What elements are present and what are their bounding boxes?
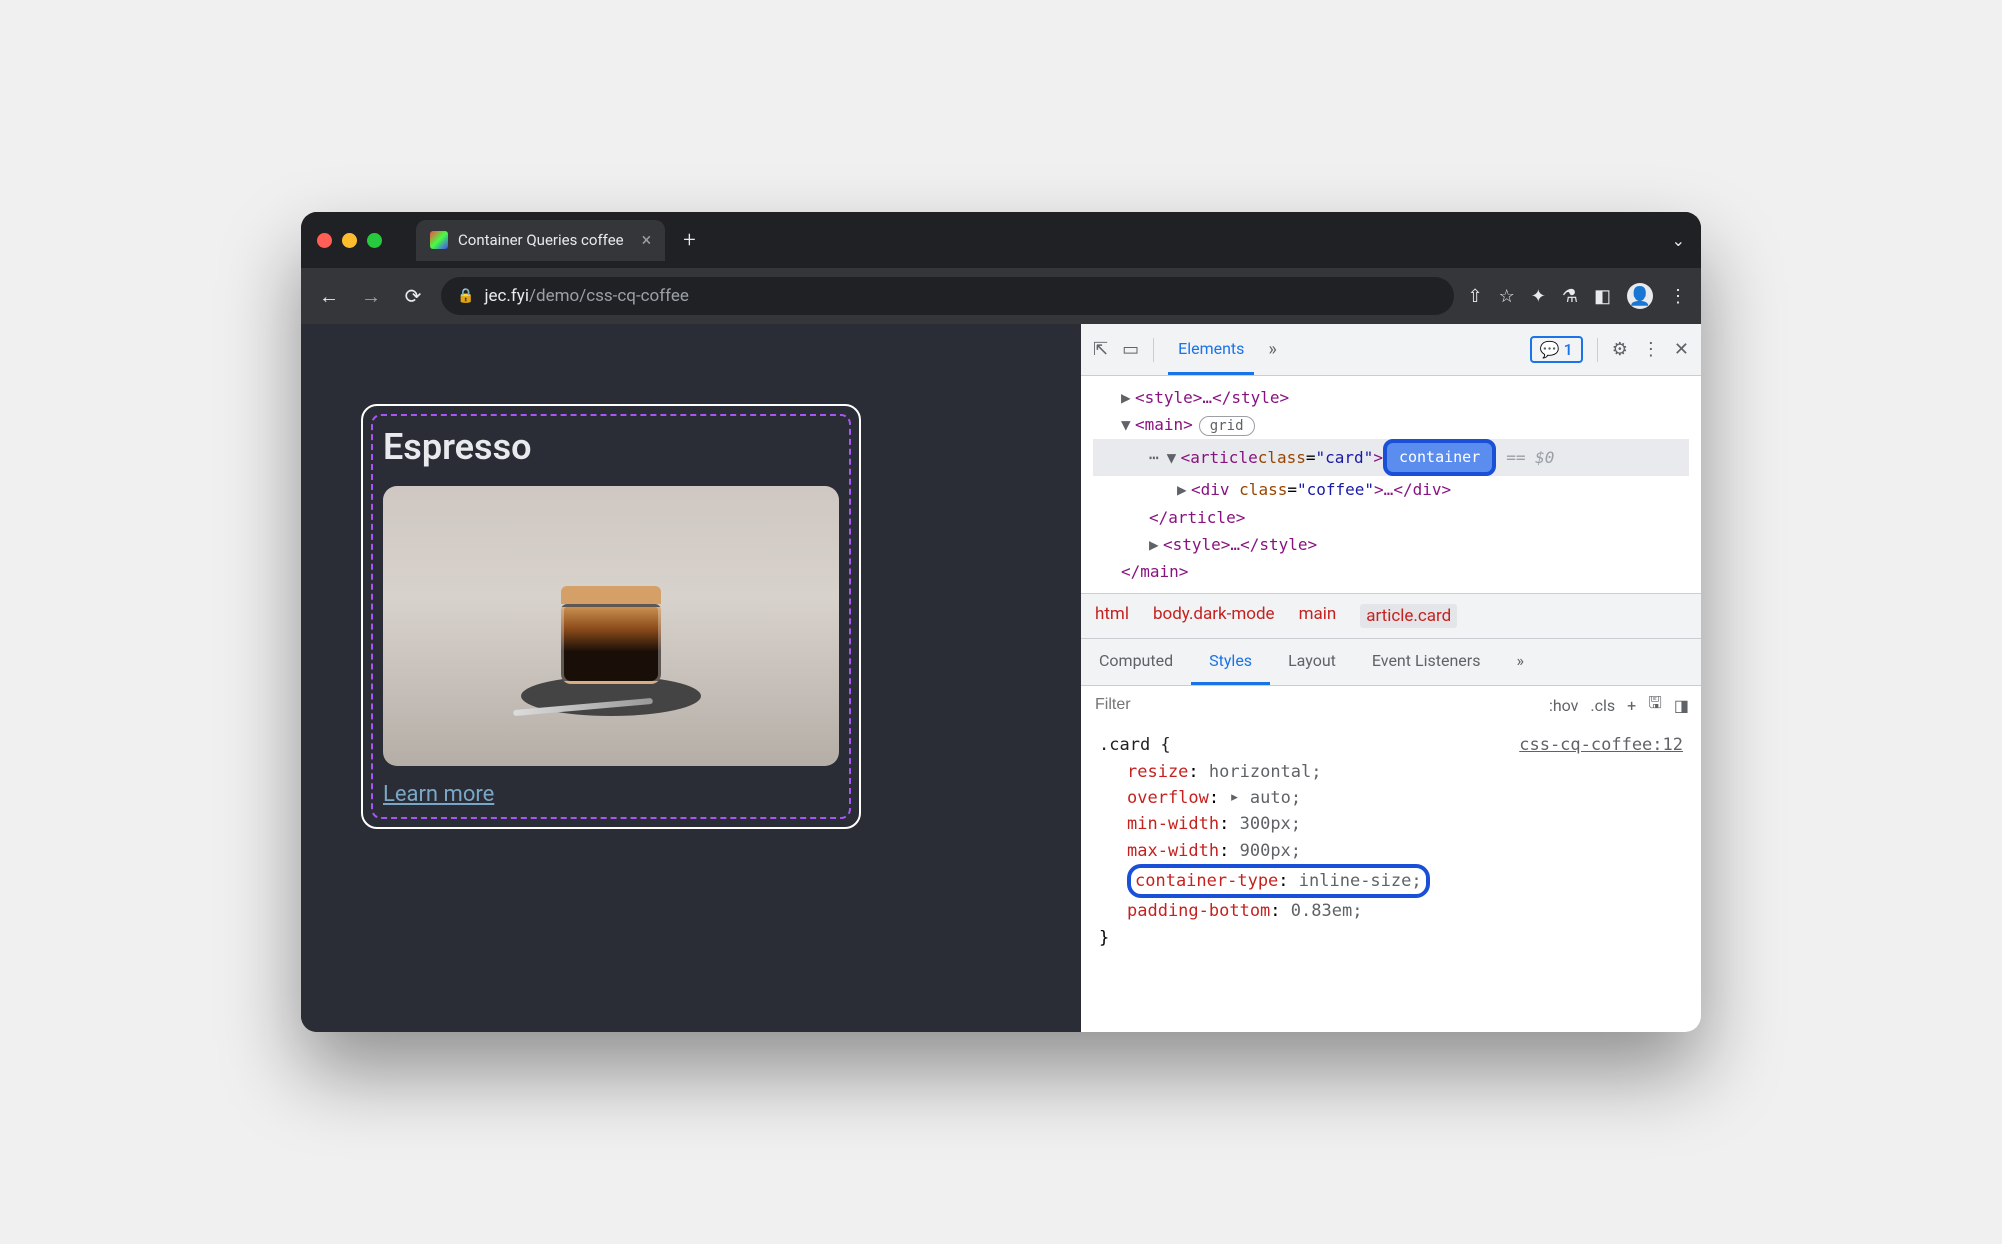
browser-window: Container Queries coffee × + ⌄ ← → ⟳ 🔒 j… <box>301 212 1701 1032</box>
dom-tree[interactable]: ▶<style>…</style> ▼<main>grid ⋯▼<article… <box>1081 376 1701 593</box>
sidepanel-icon[interactable]: ◧ <box>1594 286 1611 307</box>
computed-tab[interactable]: Computed <box>1081 639 1191 685</box>
kebab-menu-icon[interactable]: ⋮ <box>1669 286 1687 307</box>
browser-tab[interactable]: Container Queries coffee × <box>416 220 665 261</box>
container-badge[interactable]: container <box>1383 439 1496 477</box>
breadcrumb-item[interactable]: html <box>1095 604 1129 628</box>
toolbar-icons: ⇧ ☆ ✦ ⚗ ◧ 👤 ⋮ <box>1468 283 1687 309</box>
share-icon[interactable]: ⇧ <box>1468 286 1483 307</box>
bookmark-icon[interactable]: ☆ <box>1499 286 1515 307</box>
breadcrumb-item[interactable]: main <box>1299 604 1337 628</box>
profile-avatar[interactable]: 👤 <box>1627 283 1653 309</box>
elements-tab[interactable]: Elements <box>1168 325 1254 375</box>
learn-more-link[interactable]: Learn more <box>383 782 494 807</box>
close-window-icon[interactable] <box>317 233 332 248</box>
device-icon[interactable]: 🖫 <box>1648 692 1662 719</box>
source-link[interactable]: css-cq-coffee:12 <box>1519 732 1683 758</box>
url-text: jec.fyi/demo/css-cq-coffee <box>484 286 688 306</box>
devtools-header: ⇱ ▭ Elements » 💬 1 ⚙ ⋮ ✕ <box>1081 324 1701 376</box>
card-title: Espresso <box>383 426 839 468</box>
breadcrumb[interactable]: html body.dark-mode main article.card <box>1081 593 1701 638</box>
titlebar: Container Queries coffee × + ⌄ <box>301 212 1701 268</box>
traffic-lights <box>317 233 382 248</box>
tabs-dropdown-icon[interactable]: ⌄ <box>1672 231 1685 250</box>
breadcrumb-item-active[interactable]: article.card <box>1360 604 1457 628</box>
address-bar[interactable]: 🔒 jec.fyi/demo/css-cq-coffee <box>441 277 1454 315</box>
issues-badge[interactable]: 💬 1 <box>1530 336 1583 363</box>
styles-tab[interactable]: Styles <box>1191 639 1270 685</box>
breadcrumb-item[interactable]: body.dark-mode <box>1153 604 1275 628</box>
reload-button[interactable]: ⟳ <box>399 284 427 308</box>
styles-tabs: Computed Styles Layout Event Listeners » <box>1081 638 1701 685</box>
new-rule-button[interactable]: + <box>1627 696 1636 715</box>
espresso-card: Espresso Learn more <box>361 404 861 829</box>
extensions-icon[interactable]: ✦ <box>1531 286 1546 307</box>
styles-filter-row: :hov .cls + 🖫 ◨ <box>1081 685 1701 724</box>
lock-icon: 🔒 <box>457 288 474 304</box>
minimize-window-icon[interactable] <box>342 233 357 248</box>
maximize-window-icon[interactable] <box>367 233 382 248</box>
inspect-icon[interactable]: ⇱ <box>1093 339 1108 360</box>
grid-badge[interactable]: grid <box>1199 416 1255 436</box>
viewport: Espresso Learn more <box>301 324 1081 1032</box>
device-toggle-icon[interactable]: ▭ <box>1122 339 1139 360</box>
content-area: Espresso Learn more ⇱ ▭ Elements » 💬 1 ⚙ <box>301 324 1701 1032</box>
new-tab-button[interactable]: + <box>683 228 695 253</box>
hover-toggle[interactable]: :hov <box>1549 696 1578 715</box>
favicon-icon <box>430 231 448 249</box>
back-button[interactable]: ← <box>315 284 343 309</box>
close-devtools-icon[interactable]: ✕ <box>1674 339 1689 360</box>
highlighted-property: container-type: inline-size; <box>1127 864 1430 898</box>
more-tabs-icon[interactable]: » <box>1268 339 1276 360</box>
forward-button[interactable]: → <box>357 284 385 309</box>
devtools-panel: ⇱ ▭ Elements » 💬 1 ⚙ ⋮ ✕ ▶<style>…</styl… <box>1081 324 1701 1032</box>
tab-title: Container Queries coffee <box>458 231 624 249</box>
devtools-body: ▶<style>…</style> ▼<main>grid ⋯▼<article… <box>1081 376 1701 1032</box>
sidebar-toggle-icon[interactable]: ◨ <box>1674 696 1689 715</box>
close-tab-icon[interactable]: × <box>642 230 652 251</box>
styles-filter-input[interactable] <box>1081 686 1537 724</box>
css-rule[interactable]: .card {css-cq-coffee:12 resize: horizont… <box>1081 724 1701 959</box>
selected-node[interactable]: ⋯▼<article class="card"> container == $0 <box>1093 439 1689 477</box>
labs-icon[interactable]: ⚗ <box>1562 286 1578 307</box>
layout-tab[interactable]: Layout <box>1270 639 1354 685</box>
devtools-kebab-icon[interactable]: ⋮ <box>1642 339 1660 360</box>
coffee-image <box>383 486 839 766</box>
more-styles-tabs-icon[interactable]: » <box>1498 639 1542 685</box>
event-listeners-tab[interactable]: Event Listeners <box>1354 639 1499 685</box>
cls-toggle[interactable]: .cls <box>1590 696 1615 715</box>
browser-toolbar: ← → ⟳ 🔒 jec.fyi/demo/css-cq-coffee ⇧ ☆ ✦… <box>301 268 1701 324</box>
settings-gear-icon[interactable]: ⚙ <box>1612 339 1628 360</box>
